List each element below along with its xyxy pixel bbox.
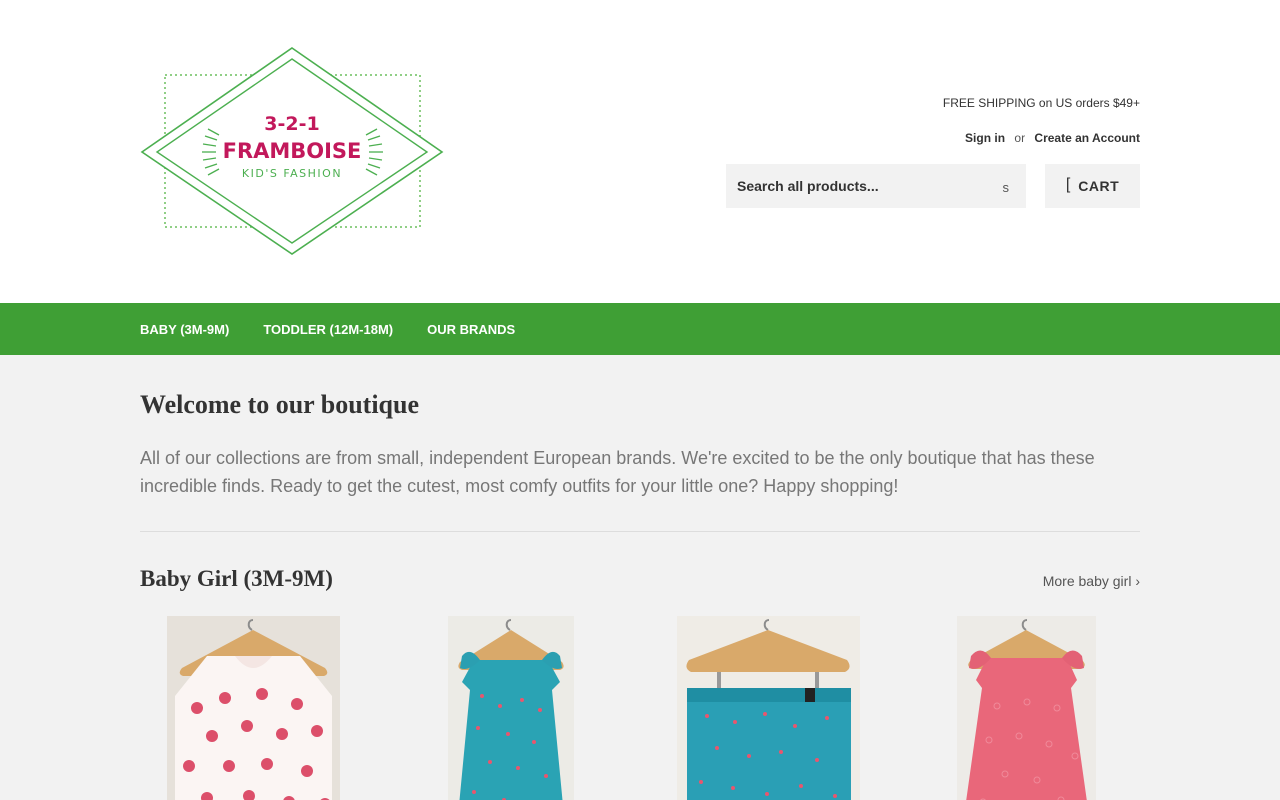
welcome-text: All of our collections are from small, i…	[140, 448, 1095, 496]
welcome-title: Welcome to our boutique	[140, 390, 420, 419]
logo-graphic: 3-2-1 FRAMBOISE KID'S FASHION	[140, 47, 444, 255]
more-baby-girl-link[interactable]: More baby girl ›	[1043, 573, 1140, 589]
product-image-3	[677, 616, 860, 800]
store-logo[interactable]: 3-2-1 FRAMBOISE KID'S FASHION	[140, 45, 445, 257]
sign-in-link[interactable]: Sign in	[965, 131, 1005, 145]
product-grid	[140, 616, 1140, 800]
nav-item-toddler[interactable]: TODDLER (12M-18M)	[263, 322, 393, 337]
cart-button[interactable]: [ CART	[1045, 164, 1140, 208]
site-header: 3-2-1 FRAMBOISE KID'S FASHION FREE SHIPP…	[0, 0, 1280, 303]
nav-item-baby[interactable]: BABY (3M-9M)	[140, 322, 229, 337]
search-input[interactable]: Search all products...	[737, 178, 879, 194]
product-card-3[interactable]	[677, 616, 860, 800]
account-links: Sign in or Create an Account	[726, 131, 1140, 145]
cart-icon: [	[1065, 176, 1071, 193]
shipping-notice: FREE SHIPPING on US orders $49+	[942, 96, 1140, 110]
search-cart-row: Search all products... s [ CART	[726, 164, 1140, 208]
product-card-2[interactable]	[448, 616, 574, 800]
header-utilities: FREE SHIPPING on US orders $49+ Sign in …	[726, 96, 1140, 208]
section-divider	[140, 531, 1140, 532]
section-title: Baby Girl (3M-9M)	[140, 566, 333, 591]
logo-line-3: KID'S FASHION	[242, 167, 342, 180]
product-card-1[interactable]	[167, 616, 340, 800]
main-nav: BABY (3M-9M) TODDLER (12M-18M) OUR BRAND…	[0, 303, 1280, 355]
create-account-link[interactable]: Create an Account	[1034, 131, 1140, 145]
section-header: Baby Girl (3M-9M) More baby girl ›	[140, 566, 1140, 592]
search-icon[interactable]: s	[1003, 180, 1010, 195]
product-image-2	[448, 616, 574, 800]
product-image-1	[167, 616, 340, 800]
nav-item-our-brands[interactable]: OUR BRANDS	[427, 322, 515, 337]
main-content: Welcome to our boutique All of our colle…	[0, 390, 1280, 800]
product-image-4	[957, 616, 1096, 800]
cart-label: CART	[1078, 178, 1120, 194]
logo-line-2: FRAMBOISE	[223, 139, 362, 163]
logo-line-1: 3-2-1	[264, 113, 319, 135]
or-separator: or	[1014, 131, 1026, 145]
product-card-4[interactable]	[957, 616, 1096, 800]
search-field[interactable]: Search all products... s	[726, 164, 1026, 208]
